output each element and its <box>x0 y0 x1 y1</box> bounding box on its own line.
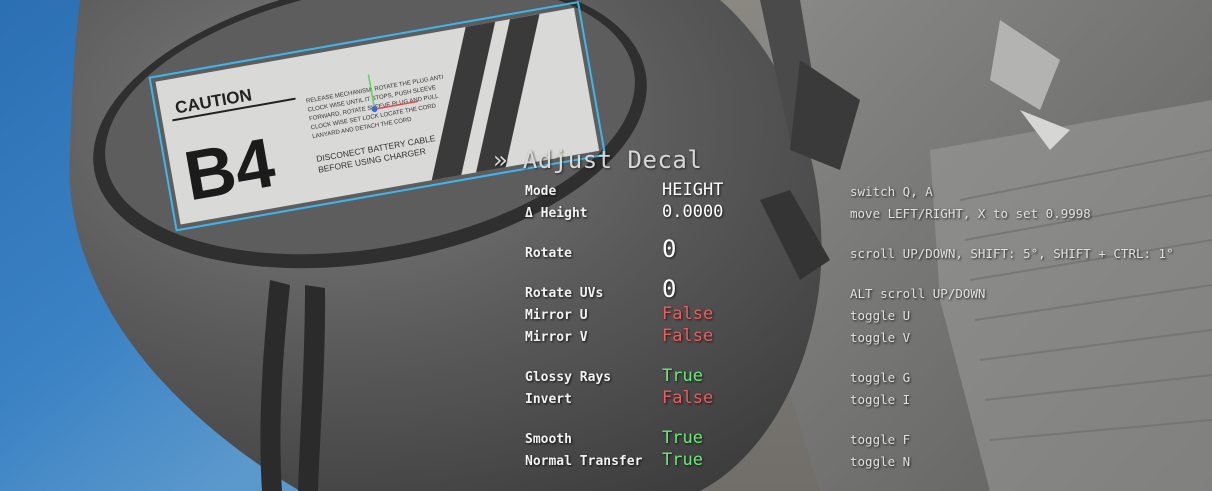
hint-rotate: scroll UP/DOWN, SHIFT: 5°, SHIFT + CTRL:… <box>850 246 1174 261</box>
label-normal-transfer: Normal Transfer <box>525 454 643 469</box>
hint-rotate-uvs: ALT scroll UP/DOWN <box>850 286 986 301</box>
hint-delta-height: move LEFT/RIGHT, X to set 0.9998 <box>850 206 1091 221</box>
value-delta-height: 0.0000 <box>662 202 724 222</box>
value-rotate: 0 <box>662 235 677 263</box>
hint-mirror-v: toggle V <box>850 330 911 345</box>
hint-smooth: toggle F <box>850 432 911 447</box>
label-rotate-uvs: Rotate UVs <box>525 286 604 301</box>
label-rotate: Rotate <box>525 246 572 261</box>
label-smooth: Smooth <box>525 432 572 447</box>
value-mode: HEIGHT <box>662 180 724 200</box>
value-mirror-u: False <box>662 304 714 324</box>
hint-invert: toggle I <box>850 392 911 407</box>
adjust-decal-hud: » Adjust Decal Mode HEIGHT switch Q, A Δ… <box>0 0 1212 491</box>
value-rotate-uvs: 0 <box>662 275 677 303</box>
label-mode: Mode <box>525 184 557 199</box>
hint-mirror-u: toggle U <box>850 308 911 323</box>
value-glossy-rays: True <box>662 366 703 386</box>
label-glossy-rays: Glossy Rays <box>525 370 612 385</box>
hint-glossy-rays: toggle G <box>850 370 911 385</box>
hud-title: » Adjust Decal <box>493 146 703 174</box>
value-mirror-v: False <box>662 326 714 346</box>
label-mirror-v: Mirror V <box>525 330 588 345</box>
value-invert: False <box>662 388 714 408</box>
label-mirror-u: Mirror U <box>525 308 588 323</box>
hint-mode: switch Q, A <box>850 184 933 199</box>
value-smooth: True <box>662 428 703 448</box>
label-invert: Invert <box>525 392 572 407</box>
hint-normal-transfer: toggle N <box>850 454 911 469</box>
label-delta-height: Δ Height <box>525 206 588 221</box>
value-normal-transfer: True <box>662 450 703 470</box>
